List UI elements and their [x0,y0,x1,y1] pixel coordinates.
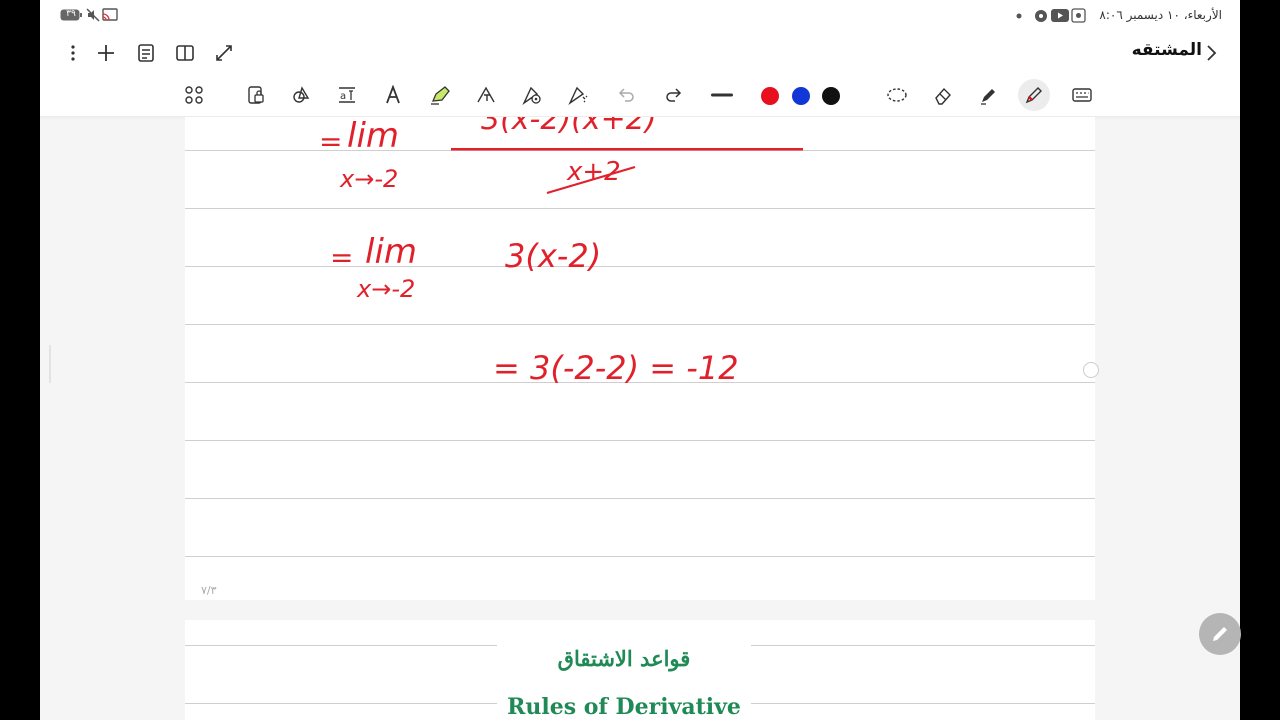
page-settings-icon[interactable] [135,42,157,64]
add-icon[interactable] [95,42,117,64]
color-swatch-black[interactable] [822,87,840,105]
text-box-icon[interactable] [476,85,496,105]
stroke-width-icon[interactable] [710,85,734,105]
status-datetime: الأربعاء، ١٠ ديسمبر ٨:٠٦ [1099,8,1222,22]
math-expr-2: 3(x-2) [505,237,601,275]
math-eq-2: = [330,241,353,274]
photos-icon [1034,9,1048,23]
screen-record-icon [1071,8,1086,23]
status-bar: ٣٩ الأربعاء، ١٠ ديسمبر ٨:٠٦ [40,0,1240,32]
lock-page-icon[interactable] [246,85,266,105]
math-lim-1: lim [347,117,399,156]
math-lim-sub-1: x→-2 [339,165,398,193]
book-view-icon[interactable] [174,42,196,64]
eraser-icon[interactable] [933,85,953,105]
battery-level: ٣٩ [66,9,76,19]
math-eq-1: = [319,125,342,158]
app-screen: ٣٩ الأربعاء، ١٠ ديسمبر ٨:٠٦ المشتقه a = … [40,0,1240,720]
scroll-edge [49,345,51,383]
mute-icon [86,8,100,22]
text-recognition-icon[interactable]: a [337,85,357,105]
math-result: = 3(-2-2) = -12 [493,349,739,387]
pencil-icon [1210,624,1230,644]
keyboard-icon[interactable] [1071,85,1093,105]
text-style-icon[interactable] [383,85,403,105]
pen-icon[interactable] [1024,85,1044,105]
page-number: ٧/٣ [201,584,217,597]
title-english: Rules of Derivative [507,694,741,720]
redo-icon[interactable] [664,85,684,105]
math-lim-2: lim [365,232,417,272]
cast-icon [102,8,118,22]
lasso-icon[interactable] [886,85,908,105]
math-numerator-1: 3(x-2)(x+2) [481,117,657,137]
title-image: قواعد الاشتقاق Rules of Derivative [497,632,751,720]
title-arabic: قواعد الاشتقاق [557,646,691,671]
fraction-bar [451,148,803,151]
highlighter-icon[interactable] [429,85,451,105]
shapes-icon[interactable] [291,85,311,105]
note-page-2[interactable]: قواعد الاشتقاق Rules of Derivative [185,620,1095,720]
math-lim-sub-2: x→-2 [356,275,415,303]
color-swatch-blue[interactable] [792,87,810,105]
magic-pen-icon[interactable] [568,85,590,105]
app-bar: المشتقه [40,32,1240,74]
apps-icon[interactable] [184,85,204,105]
pen-settings-icon[interactable] [522,85,542,105]
undo-icon[interactable] [616,85,636,105]
chevron-right-icon[interactable] [1200,42,1222,64]
expand-icon[interactable] [213,42,235,64]
color-swatch-red[interactable] [761,87,779,105]
handwriting-layer: = lim x→-2 3(x-2)(x+2) x+2 = lim x→-2 3(… [319,117,803,387]
svg-text:a: a [340,91,346,102]
resize-handle[interactable] [1083,362,1099,378]
marker-icon[interactable] [979,85,999,105]
note-title: المشتقه [1131,40,1202,60]
more-vert-icon[interactable] [62,42,84,64]
floating-edit-button[interactable] [1199,613,1241,655]
drawing-toolbar: a [40,74,1240,117]
youtube-icon [1051,9,1069,22]
math-denominator-1: x+2 [566,157,621,187]
note-page-1[interactable]: = lim x→-2 3(x-2)(x+2) x+2 = lim x→-2 3(… [185,117,1095,600]
dot-icon [1016,13,1022,19]
